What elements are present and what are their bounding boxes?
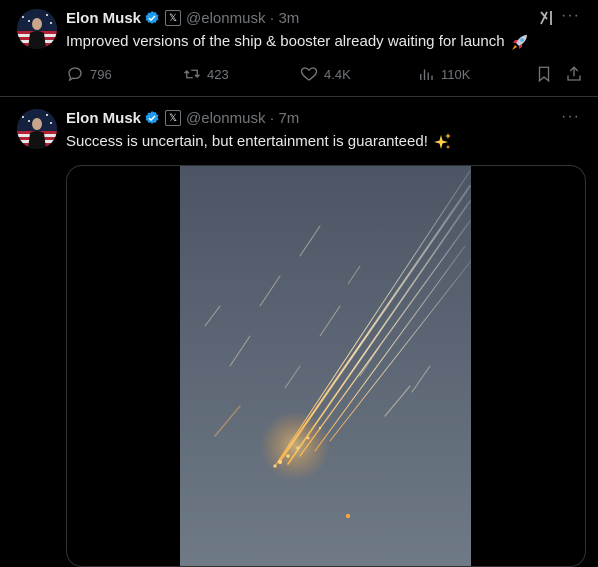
views-chart-icon: [420, 69, 433, 80]
avatar-image: [17, 9, 57, 49]
avatar[interactable]: [17, 109, 57, 149]
separator: ·: [269, 9, 275, 27]
share-icon: [567, 66, 581, 81]
view-count: 110K: [441, 66, 471, 82]
bookmark-button[interactable]: [535, 64, 553, 84]
views-button[interactable]: 110K: [417, 64, 470, 84]
like-count: 4.4K: [324, 66, 351, 82]
more-options-icon[interactable]: ···: [561, 7, 580, 25]
verified-badge-icon: [144, 10, 160, 26]
timestamp[interactable]: 7m: [278, 110, 299, 127]
reply-button[interactable]: 796: [66, 64, 112, 84]
tweet[interactable]: Elon Musk 𝕏 @elonmusk · 7m ··· Success i…: [0, 97, 598, 567]
tweet-text: Improved versions of the ship & booster …: [66, 33, 505, 50]
reply-count: 796: [90, 66, 112, 82]
timestamp[interactable]: 3m: [278, 10, 299, 27]
bookmark-icon: [538, 66, 550, 83]
x-affiliate-badge-icon: 𝕏: [165, 10, 182, 26]
like-button[interactable]: 4.4K: [300, 64, 351, 84]
author-handle[interactable]: @elonmusk: [186, 10, 265, 27]
repost-button[interactable]: 423: [183, 64, 229, 84]
rocket-emoji-icon: [510, 32, 530, 52]
tweet[interactable]: Elon Musk 𝕏 @elonmusk · 3m ··· Improved …: [0, 0, 598, 97]
tweet-text-row: Improved versions of the ship & booster …: [66, 32, 530, 52]
more-options-icon[interactable]: ···: [561, 108, 580, 126]
tweet-actions: 796 423 4.4K 110K: [66, 64, 586, 84]
tweet-header: Elon Musk 𝕏 @elonmusk · 7m: [66, 108, 299, 128]
repost-icon: [184, 69, 200, 79]
tweet-header: Elon Musk 𝕏 @elonmusk · 3m: [66, 8, 299, 28]
verified-badge-icon: [144, 110, 160, 126]
tweet-text: Success is uncertain, but entertainment …: [66, 133, 428, 150]
tweet-text-row: Success is uncertain, but entertainment …: [66, 132, 453, 152]
avatar-image: [17, 109, 57, 149]
author-name[interactable]: Elon Musk: [66, 10, 141, 27]
avatar[interactable]: [17, 9, 57, 49]
share-button[interactable]: [565, 64, 583, 84]
x-affiliate-badge-icon: 𝕏: [165, 110, 182, 126]
reply-icon: [68, 67, 82, 82]
author-name[interactable]: Elon Musk: [66, 110, 141, 127]
grok-icon[interactable]: [538, 9, 556, 32]
video-frame-falling-debris: [180, 166, 471, 566]
repost-count: 423: [207, 66, 229, 82]
video-player[interactable]: [66, 165, 586, 567]
author-handle[interactable]: @elonmusk: [186, 110, 265, 127]
heart-icon: [300, 67, 318, 81]
separator: ·: [269, 109, 275, 127]
sparkles-emoji-icon: [433, 132, 453, 152]
